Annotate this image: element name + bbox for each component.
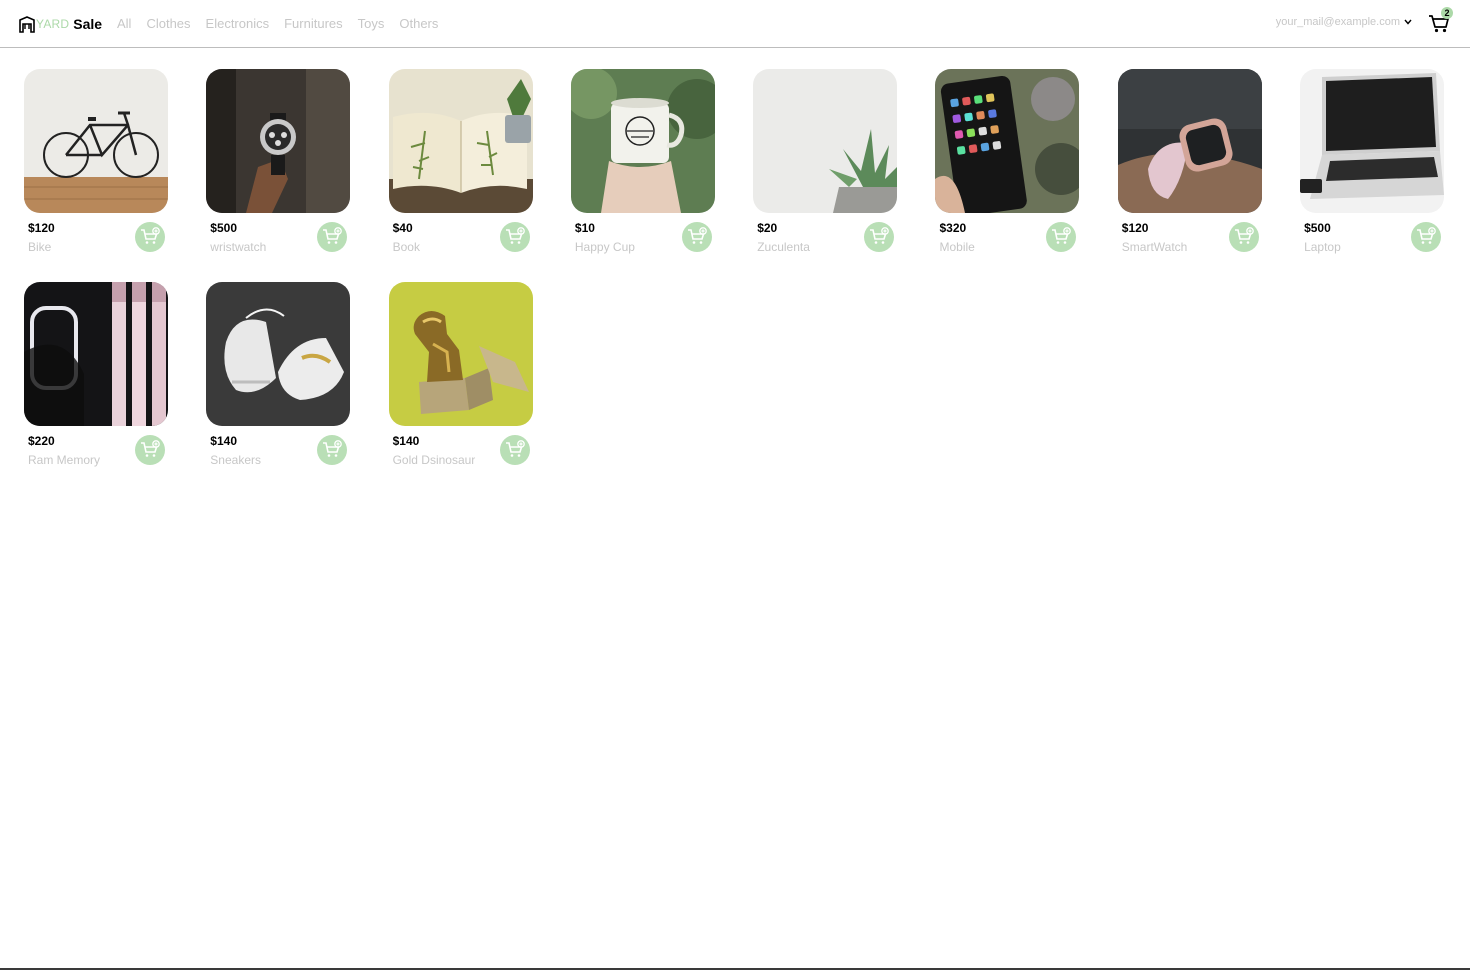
add-to-cart-icon	[1417, 227, 1436, 244]
category-electronics[interactable]: Electronics	[206, 16, 270, 32]
product-price: $140	[392, 434, 420, 448]
product-name: Happy Cup	[574, 240, 635, 254]
add-to-cart-icon	[687, 227, 707, 244]
product-image-bike[interactable]	[24, 69, 168, 213]
product-price: $120	[28, 221, 55, 235]
product-card: $120 SmartWatch	[1117, 69, 1262, 256]
top-navbar: YARD Sale All Clothes Electronics Furnit…	[0, 0, 1470, 48]
product-name: Mobile	[939, 240, 975, 254]
add-to-cart-icon	[505, 227, 525, 244]
product-name: SmartWatch	[1121, 240, 1188, 254]
add-to-cart-button[interactable]	[864, 222, 895, 252]
account-menu[interactable]: your_mail@example.com	[1276, 16, 1412, 28]
brand-yard-text: YARD	[36, 17, 70, 31]
product-image-happy-cup[interactable]	[570, 69, 715, 213]
add-to-cart-button[interactable]	[499, 222, 530, 252]
add-to-cart-button[interactable]	[681, 222, 712, 252]
brand-logo[interactable]: YARD Sale	[19, 14, 102, 34]
add-to-cart-button[interactable]	[135, 435, 165, 465]
product-price: $500	[1304, 221, 1331, 235]
add-to-cart-button[interactable]	[1228, 222, 1259, 252]
product-name: Laptop	[1304, 240, 1341, 254]
product-image-gold-dsinosaur[interactable]	[388, 282, 533, 426]
product-image-smartwatch[interactable]	[1117, 69, 1262, 213]
cart-count-badge: 2	[1441, 7, 1453, 19]
product-card: $20 Zuculenta	[753, 69, 898, 256]
category-nav: All Clothes Electronics Furnitures Toys …	[117, 16, 438, 32]
product-image-mobile[interactable]	[935, 69, 1080, 213]
product-image-laptop[interactable]	[1300, 69, 1445, 213]
product-card: $140 Sneakers	[206, 282, 351, 469]
product-name: Book	[392, 240, 420, 254]
category-others[interactable]: Others	[399, 16, 438, 32]
category-furnitures[interactable]: Furnitures	[284, 16, 343, 32]
add-to-cart-button[interactable]	[317, 435, 348, 465]
product-price: $500	[210, 221, 237, 235]
product-name: Zuculenta	[757, 240, 810, 254]
product-price: $10	[574, 221, 595, 235]
product-name: wristwatch	[210, 240, 267, 254]
category-clothes[interactable]: Clothes	[146, 16, 190, 32]
product-image-ram-memory[interactable]	[24, 282, 168, 426]
product-price: $120	[1121, 221, 1149, 235]
product-name: Ram Memory	[28, 453, 101, 467]
add-to-cart-icon	[870, 227, 890, 244]
product-image-zuculenta[interactable]	[753, 69, 898, 213]
product-image-book[interactable]	[388, 69, 533, 213]
add-to-cart-button[interactable]	[135, 222, 165, 252]
add-to-cart-icon	[505, 440, 525, 457]
product-card: $120 Bike	[24, 69, 168, 256]
add-to-cart-button[interactable]	[1046, 222, 1077, 252]
category-all[interactable]: All	[117, 16, 131, 32]
add-to-cart-icon	[323, 227, 343, 244]
product-price: $220	[28, 434, 55, 448]
product-name: Bike	[28, 240, 52, 254]
product-card: $500 Laptop	[1300, 69, 1445, 256]
product-price: $140	[210, 434, 237, 448]
product-name: Gold Dsinosaur	[392, 453, 476, 467]
product-price: $320	[939, 221, 967, 235]
account-email: your_mail@example.com	[1275, 16, 1400, 28]
storefront-icon	[19, 15, 35, 33]
brand-sale-text: Sale	[73, 16, 103, 32]
add-to-cart-icon	[141, 227, 160, 244]
product-price: $40	[392, 221, 413, 235]
product-card: $220 Ram Memory	[24, 282, 168, 469]
add-to-cart-icon	[1234, 227, 1254, 244]
chevron-down-icon	[1404, 19, 1412, 25]
product-card: $320 Mobile	[935, 69, 1080, 256]
add-to-cart-icon	[1052, 227, 1072, 244]
add-to-cart-button[interactable]	[499, 435, 530, 465]
product-image-wristwatch[interactable]	[206, 69, 351, 213]
add-to-cart-icon	[141, 440, 160, 457]
add-to-cart-icon	[323, 440, 343, 457]
product-name: Sneakers	[210, 453, 261, 467]
add-to-cart-button[interactable]	[1411, 222, 1442, 252]
product-image-sneakers[interactable]	[206, 282, 351, 426]
product-price: $20	[757, 221, 778, 235]
add-to-cart-button[interactable]	[317, 222, 348, 252]
category-toys[interactable]: Toys	[358, 16, 385, 32]
product-card: $40 Book	[388, 69, 533, 256]
product-grid: $120 Bike $500 wristwatch $40 Book $10 H…	[24, 69, 1445, 469]
product-card: $10 Happy Cup	[570, 69, 715, 256]
product-card: $140 Gold Dsinosaur	[388, 282, 533, 469]
product-card: $500 wristwatch	[206, 69, 351, 256]
